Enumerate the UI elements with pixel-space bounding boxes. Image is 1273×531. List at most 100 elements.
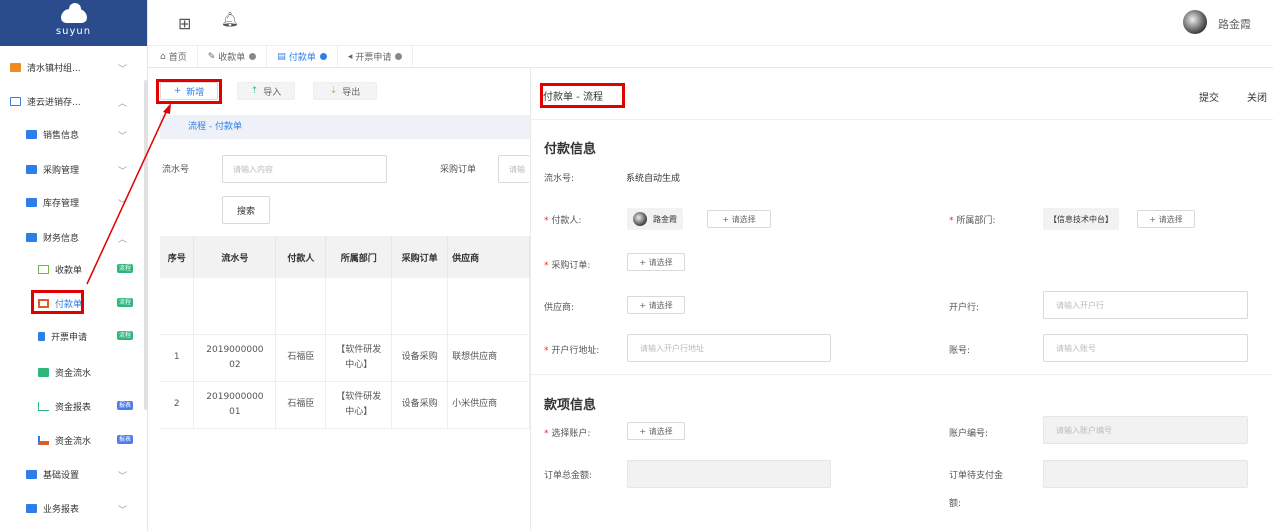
po-label-text: 采购订单: — [551, 261, 591, 271]
po-filter-label: 采购订单 — [440, 165, 477, 175]
cell-payer: 石福臣 — [275, 334, 327, 382]
export-button[interactable]: ⇣ 导出 — [313, 82, 377, 100]
title-highlight-box — [540, 83, 625, 108]
close-icon[interactable] — [249, 53, 257, 60]
account-input[interactable]: 请输入账号 — [1043, 334, 1248, 362]
chevron-down-icon: ﹀ — [117, 472, 127, 482]
cell-serial: 2019000000 01 — [193, 381, 277, 429]
avatar[interactable] — [1183, 10, 1207, 34]
submit-button[interactable]: 提交 — [1199, 89, 1219, 104]
dept-label-text: 所属部门: — [956, 216, 996, 226]
folder-icon — [26, 164, 37, 174]
serial-filter-input[interactable]: 请输入内容 — [222, 155, 387, 183]
sidebar-item-village[interactable]: 清水镇村组... ﹀ — [10, 56, 157, 78]
supplier-select-button[interactable]: + 请选择 — [627, 296, 685, 314]
bell-icon[interactable]: 🔔︎ — [221, 12, 239, 28]
bank-addr-label: * 开户行地址: — [544, 346, 600, 356]
line-chart-icon — [38, 401, 49, 411]
cell-serial: 2019000000 02 — [193, 334, 277, 382]
tab-label: 开票申请 — [355, 53, 392, 63]
tab-label: 付款单 — [288, 53, 316, 63]
flow-badge: 流程 — [117, 298, 133, 307]
order-pending-label-cont: 额: — [949, 499, 962, 509]
tab-label: 首页 — [168, 53, 187, 63]
apps-grid-icon[interactable]: ⊞ — [178, 14, 191, 33]
receipt-icon: ✎ — [207, 51, 216, 62]
sidebar-item-inventory[interactable]: 库存管理 ﹀ — [26, 191, 173, 213]
bank-input[interactable]: 请输入开户行 — [1043, 291, 1248, 319]
search-button[interactable]: 搜索 — [222, 196, 270, 224]
logo[interactable]: suyun — [0, 0, 147, 46]
close-icon[interactable] — [319, 53, 327, 60]
table-row[interactable]: 1 2019000000 02 石福臣 【软件研发 中心】 设备采购 联想供应商 — [160, 334, 530, 382]
chevron-down-icon: ﹀ — [117, 65, 127, 75]
cell-dept: 【软件研发 中心】 — [325, 334, 393, 382]
cell-dept-line1: 【软件研发 — [336, 344, 382, 355]
close-icon[interactable] — [395, 53, 403, 60]
top-bar: ⊞ 🔔︎ 路金霞 — [148, 0, 1273, 46]
sidebar-item-label: 采购管理 — [43, 165, 80, 176]
sidebar-item-label: 资金流水 — [55, 368, 92, 379]
sidebar-item-invoice[interactable]: 开票申请 流程 — [38, 325, 147, 347]
sidebar-item-business-report[interactable]: 业务报表 ﹀ — [26, 497, 173, 519]
import-button[interactable]: ⇡ 导入 — [237, 82, 295, 100]
receipt-icon — [38, 264, 49, 274]
tab-invoice[interactable]: ◂ 开票申请 — [338, 45, 414, 68]
sidebar-item-finance[interactable]: 财务信息 ︿ — [26, 226, 173, 248]
sidebar-item-sales[interactable]: 销售信息 ﹀ — [26, 123, 173, 145]
flow-header: 流程 - 付款单 — [160, 115, 530, 139]
account-no-input[interactable]: 请输入账户编号 — [1043, 416, 1248, 444]
divider — [531, 119, 1273, 120]
sidebar-item-cashflow[interactable]: 资金流水 — [38, 361, 147, 383]
sidebar-item-fund-flow[interactable]: 资金流水 报表 — [38, 429, 147, 451]
folder-icon — [26, 469, 37, 479]
dept-select-button[interactable]: + 请选择 — [1137, 210, 1195, 228]
payer-chip[interactable]: 路金霞 — [627, 208, 683, 230]
cell-index: 2 — [160, 381, 195, 429]
org-icon — [10, 62, 21, 72]
sidebar-item-label: 资金流水 — [55, 436, 92, 447]
sidebar-item-basic-settings[interactable]: 基础设置 ﹀ — [26, 463, 173, 485]
folder-icon — [26, 232, 37, 242]
tab-payment[interactable]: ▤ 付款单 — [267, 45, 338, 68]
order-pending-label: 订单待支付金 — [949, 471, 1004, 481]
dept-chip[interactable]: 【信息技术中台】 — [1043, 208, 1119, 230]
sidebar-scrollbar[interactable] — [144, 80, 148, 410]
account-no-label: 账户编号: — [949, 429, 989, 439]
table-row[interactable]: 2 2019000000 01 石福臣 【软件研发 中心】 设备采购 小米供应商 — [160, 381, 530, 429]
payer-name: 路金霞 — [653, 214, 677, 224]
po-filter-input[interactable]: 请输 — [498, 155, 530, 183]
account-select-button[interactable]: + 请选择 — [627, 422, 685, 440]
payment-table: 序号 流水号 付款人 所属部门 采购订单 供应商 1 2019000000 02 … — [160, 236, 530, 429]
cell-dept: 【软件研发 中心】 — [325, 381, 393, 429]
invoice-icon — [38, 331, 45, 341]
invoice-icon: ◂ — [347, 51, 353, 62]
bank-addr-input[interactable]: 请输入开户行地址 — [627, 334, 831, 362]
cell-index: 1 — [160, 334, 195, 382]
sidebar-item-fund-report[interactable]: 资金报表 报表 — [38, 395, 147, 417]
close-button[interactable]: 关闭 — [1247, 89, 1267, 104]
chevron-up-icon: ︿ — [117, 235, 127, 245]
col-supplier: 供应商 — [447, 236, 530, 278]
sidebar-item-label: 基础设置 — [43, 470, 80, 481]
sidebar-item-receipt[interactable]: 收款单 流程 — [38, 258, 147, 280]
sidebar-item-suyun-erp[interactable]: 速云进销存... ︿ — [10, 90, 157, 112]
payer-select-button[interactable]: + 请选择 — [707, 210, 771, 228]
col-index: 序号 — [160, 236, 195, 278]
folder-icon — [26, 503, 37, 513]
order-pending-input[interactable] — [1043, 460, 1248, 488]
tab-home[interactable]: ⌂ 首页 — [148, 45, 198, 68]
order-total-input[interactable] — [627, 460, 831, 488]
bank-label: 开户行: — [949, 303, 980, 313]
chevron-down-icon: ﹀ — [117, 167, 127, 177]
order-total-label: 订单总金额: — [544, 471, 593, 481]
dept-label: * 所属部门: — [949, 216, 996, 226]
tab-receipt[interactable]: ✎ 收款单 — [198, 45, 268, 68]
po-select-button[interactable]: + 请选择 — [627, 253, 685, 271]
col-serial: 流水号 — [193, 236, 277, 278]
cell-payer: 石福臣 — [275, 381, 327, 429]
user-name[interactable]: 路金霞 — [1218, 16, 1251, 32]
home-icon: ⌂ — [160, 51, 166, 62]
sidebar-item-purchase[interactable]: 采购管理 ﹀ — [26, 158, 173, 180]
cell-supplier: 小米供应商 — [447, 381, 530, 429]
